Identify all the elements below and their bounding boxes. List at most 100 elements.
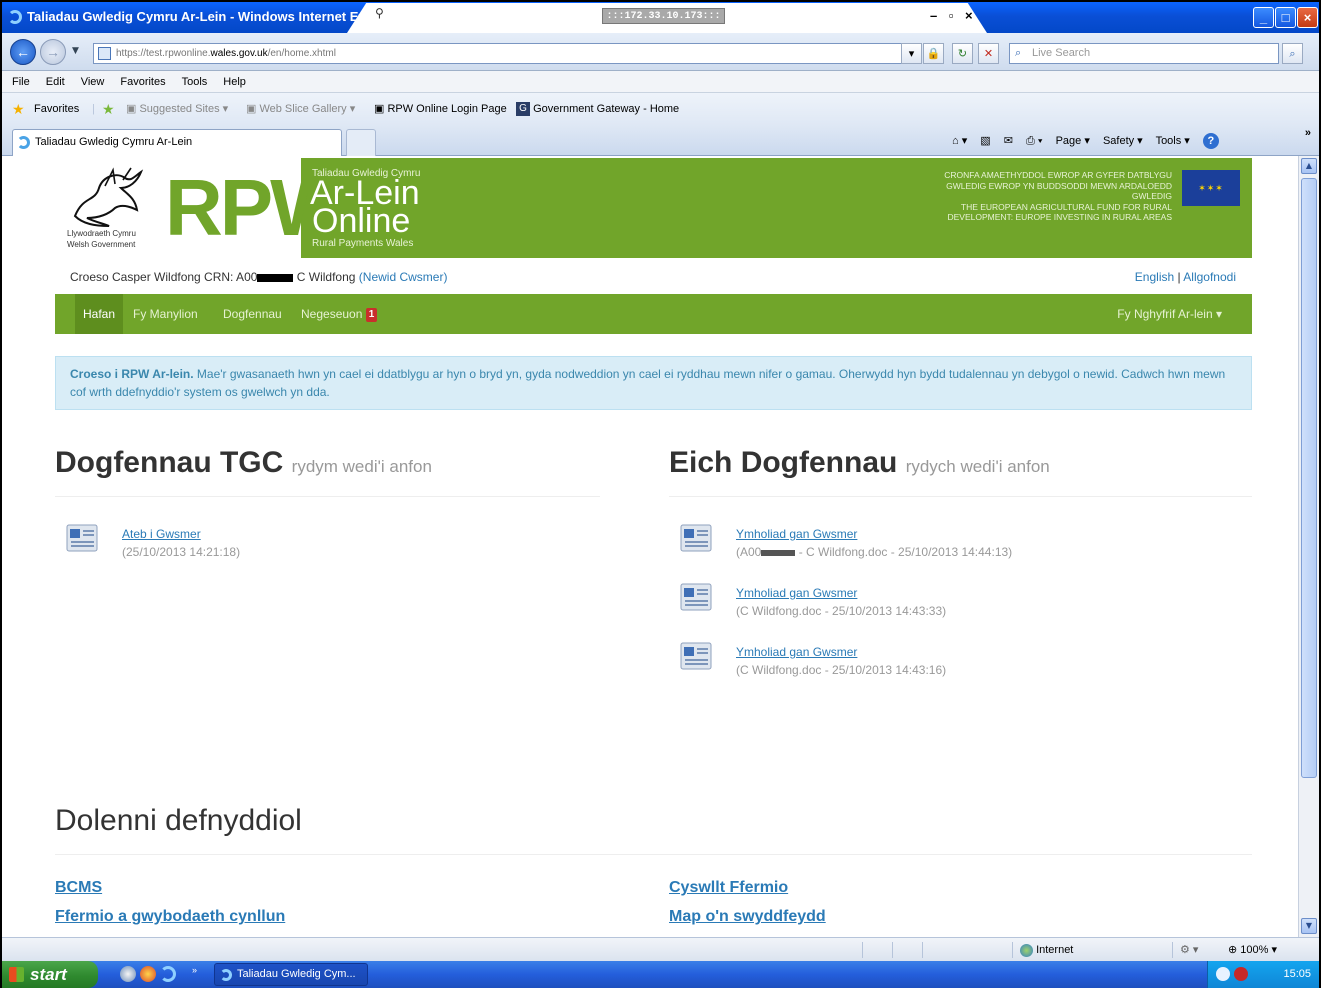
nav-my-account[interactable]: Fy Nghyfrif Ar-lein ▾ bbox=[1117, 294, 1222, 334]
status-separator bbox=[892, 942, 893, 958]
chrome-icon[interactable] bbox=[140, 966, 156, 982]
fav-rpw-login-label: RPW Online Login Page bbox=[387, 103, 507, 115]
fav-suggested-sites[interactable]: ▣ Suggested Sites ▾ bbox=[126, 93, 228, 125]
pin-icon[interactable]: ⚲ bbox=[375, 6, 384, 20]
sent-doc-meta: (25/10/2013 14:21:18) bbox=[122, 545, 241, 559]
menu-favorites[interactable]: Favorites bbox=[120, 71, 165, 93]
back-button[interactable]: ← bbox=[10, 39, 36, 65]
tab-active[interactable]: Taliadau Gwledig Cymru Ar-Lein bbox=[12, 129, 342, 156]
fav-rpw-login[interactable]: ▣ RPW Online Login Page bbox=[374, 93, 507, 125]
zoom-control[interactable]: ⊕ 100% ▾ bbox=[1228, 938, 1277, 962]
menu-tools[interactable]: Tools bbox=[182, 71, 208, 93]
security-alert-icon[interactable] bbox=[1234, 967, 1248, 981]
vertical-scrollbar[interactable]: ▲ ▼ bbox=[1298, 156, 1319, 937]
eu-fund-text: CRONFA AMAETHYDDOL EWROP AR GYFER DATBLY… bbox=[932, 170, 1172, 223]
link-farming-connect[interactable]: Cyswllt Ffermio bbox=[669, 879, 788, 897]
safety-menu[interactable]: Safety ▾ bbox=[1103, 135, 1143, 147]
favorites-button[interactable]: Favorites bbox=[34, 93, 79, 125]
your-doc-link[interactable]: Ymholiad gan Gwsmer bbox=[736, 586, 857, 600]
quicklaunch-overflow-icon[interactable]: » bbox=[192, 965, 197, 975]
word-document-icon bbox=[680, 524, 712, 552]
logout-link[interactable]: Allgofnodi bbox=[1183, 270, 1236, 284]
sent-docs-title: Dogfennau TGC bbox=[55, 446, 284, 479]
nav-my-details[interactable]: Fy Manylion bbox=[133, 294, 198, 334]
nav-messages[interactable]: Negeseuon 1 bbox=[301, 294, 378, 334]
taskbar-ie-window[interactable]: Taliadau Gwledig Cym... bbox=[214, 963, 368, 986]
remote-window-controls[interactable]: – ▫ × bbox=[930, 8, 977, 23]
network-icon[interactable] bbox=[1216, 967, 1230, 981]
home-icon[interactable]: ⌂ ▾ bbox=[952, 135, 967, 147]
lock-icon[interactable]: 🔒 bbox=[923, 43, 944, 64]
clock[interactable]: 15:05 bbox=[1283, 968, 1311, 980]
scroll-down-button[interactable]: ▼ bbox=[1301, 918, 1317, 934]
alert-text: Mae'r gwasanaeth hwn yn cael ei ddatblyg… bbox=[70, 367, 1226, 399]
search-go-button[interactable]: ⌕ bbox=[1282, 43, 1303, 64]
nav-home[interactable]: Hafan bbox=[75, 294, 124, 334]
security-zone-label: Internet bbox=[1036, 944, 1074, 956]
sent-doc-link[interactable]: Ateb i Gwsmer bbox=[122, 527, 201, 541]
feeds-icon[interactable]: ▧ bbox=[980, 135, 990, 147]
useful-links-title: Dolenni defnyddiol bbox=[55, 804, 302, 837]
list-item: Ateb i Gwsmer (25/10/2013 14:21:18) bbox=[66, 523, 366, 567]
link-bcms[interactable]: BCMS bbox=[55, 879, 102, 897]
gov-name-cy: Llywodraeth Cymru bbox=[67, 229, 136, 238]
your-docs-heading: Eich Dogfennau rydych wedi'i anfon bbox=[669, 446, 1050, 480]
link-farming-scheme-info[interactable]: Ffermio a gwybodaeth cynllun bbox=[55, 908, 285, 926]
system-tray: 15:05 bbox=[1207, 961, 1319, 988]
maximize-button[interactable]: □ bbox=[1275, 7, 1296, 28]
start-button[interactable]: start bbox=[2, 961, 98, 988]
messages-count-badge: 1 bbox=[365, 307, 378, 322]
menu-view[interactable]: View bbox=[81, 71, 105, 93]
print-icon[interactable]: ⎙ ▾ bbox=[1026, 135, 1042, 147]
recent-pages-chevron-icon[interactable]: ▼ bbox=[72, 46, 79, 56]
fav-gov-gateway[interactable]: G Government Gateway - Home bbox=[516, 93, 679, 125]
security-zone[interactable]: Internet bbox=[1020, 938, 1073, 962]
page-menu[interactable]: Page ▾ bbox=[1056, 135, 1090, 147]
fav-web-slice[interactable]: ▣ Web Slice Gallery ▾ bbox=[246, 93, 355, 125]
status-separator bbox=[1172, 942, 1173, 958]
nav-documents[interactable]: Dogfennau bbox=[223, 294, 282, 334]
window-title: Taliadau Gwledig Cymru Ar-Lein - Windows… bbox=[27, 9, 367, 24]
change-customer-link[interactable]: (Newid Cwsmer) bbox=[359, 270, 448, 284]
sent-docs-subtitle: rydym wedi'i anfon bbox=[291, 457, 432, 476]
english-link[interactable]: English bbox=[1135, 270, 1174, 284]
windows-flag-icon bbox=[9, 967, 24, 982]
menu-help[interactable]: Help bbox=[223, 71, 246, 93]
minimize-button[interactable]: _ bbox=[1253, 7, 1274, 28]
help-icon[interactable]: ? bbox=[1202, 133, 1219, 149]
toolbar-overflow-icon[interactable]: » bbox=[1305, 127, 1311, 139]
new-tab-button[interactable] bbox=[346, 129, 376, 156]
your-doc-link[interactable]: Ymholiad gan Gwsmer bbox=[736, 527, 857, 541]
link-office-map[interactable]: Map o'n swyddfeydd bbox=[669, 908, 826, 926]
gateway-icon: G bbox=[516, 102, 530, 117]
add-favorite-icon[interactable]: ★ bbox=[102, 93, 115, 125]
read-mail-icon[interactable]: ✉ bbox=[1004, 135, 1013, 147]
word-document-icon bbox=[66, 524, 98, 552]
menu-file[interactable]: File bbox=[12, 71, 30, 93]
search-input[interactable]: ⌕ Live Search bbox=[1009, 43, 1279, 64]
forward-button[interactable]: → bbox=[40, 39, 66, 65]
protected-mode-icon[interactable]: ⚙ ▾ bbox=[1180, 938, 1198, 962]
close-button[interactable]: × bbox=[1297, 7, 1318, 28]
your-doc-link[interactable]: Ymholiad gan Gwsmer bbox=[736, 645, 857, 659]
status-separator bbox=[862, 942, 863, 958]
menu-edit[interactable]: Edit bbox=[46, 71, 65, 93]
scroll-up-button[interactable]: ▲ bbox=[1301, 158, 1317, 174]
main-nav: Hafan Fy Manylion Dogfennau Negeseuon 1 … bbox=[55, 294, 1252, 334]
refresh-button[interactable]: ↻ bbox=[952, 43, 973, 64]
scroll-thumb[interactable] bbox=[1301, 178, 1317, 778]
stop-button[interactable]: ✕ bbox=[978, 43, 999, 64]
quicklaunch-icon[interactable] bbox=[120, 966, 136, 982]
site-header: Llywodraeth Cymru Welsh Government RPW T… bbox=[55, 158, 1252, 258]
tools-menu[interactable]: Tools ▾ bbox=[1156, 135, 1190, 147]
your-docs-subtitle: rydych wedi'i anfon bbox=[905, 457, 1050, 476]
welsh-dragon-logo[interactable] bbox=[65, 166, 147, 228]
url-field[interactable]: https://test.rpwonline.wales.gov.uk/en/h… bbox=[93, 43, 918, 64]
sent-docs-heading: Dogfennau TGC rydym wedi'i anfon bbox=[55, 446, 432, 480]
welcome-suffix: C Wildfong bbox=[293, 270, 359, 284]
redacted-crn bbox=[761, 549, 796, 556]
url-dropdown-button[interactable]: ▾ bbox=[901, 43, 922, 64]
status-separator bbox=[922, 942, 923, 958]
ie-tab-icon bbox=[17, 136, 30, 149]
ie-quicklaunch-icon[interactable] bbox=[160, 966, 176, 982]
